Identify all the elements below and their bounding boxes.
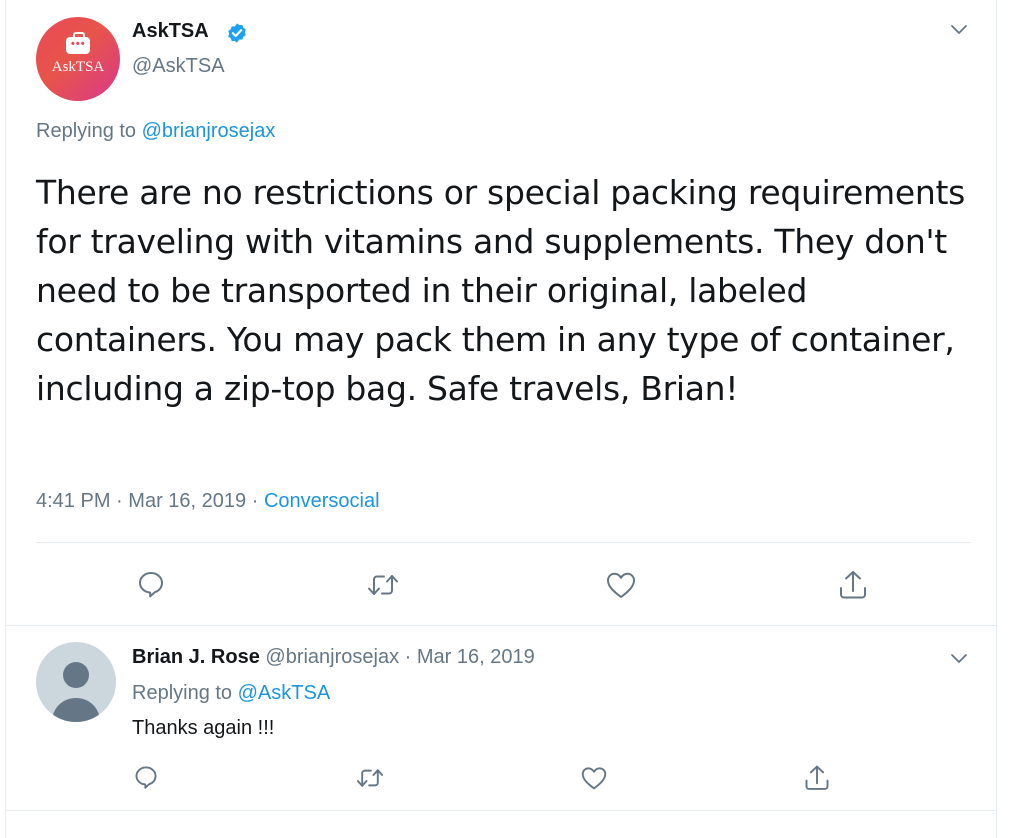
replying-prefix: Replying to: [132, 682, 233, 704]
like-button[interactable]: [580, 765, 608, 791]
meta-separator: ·: [116, 490, 123, 512]
reply-text: Thanks again !!!: [132, 717, 275, 739]
retweet-button[interactable]: [355, 765, 385, 791]
reply-handle[interactable]: @brianjrosejax: [265, 646, 399, 668]
reply-date[interactable]: Mar 16, 2019: [417, 646, 535, 668]
brian-rose-avatar[interactable]: [36, 642, 116, 722]
meta-separator: ·: [404, 646, 412, 668]
tweet-date[interactable]: Mar 16, 2019: [128, 490, 246, 512]
reply-icon: [135, 766, 157, 789]
meta-separator: ·: [251, 490, 259, 512]
retweet-icon: [356, 769, 384, 787]
share-icon: [840, 571, 866, 599]
reply-icon: [139, 572, 163, 598]
tweet-separator: [5, 810, 997, 811]
tweet-separator: [5, 625, 997, 626]
tweet-time[interactable]: 4:41 PM: [36, 490, 110, 512]
right-border: [996, 0, 997, 838]
asktsa-avatar[interactable]: ••• AskTSA: [36, 17, 120, 101]
tweet-text: There are no restrictions or special pac…: [36, 173, 966, 408]
replying-handle-link[interactable]: @brianjrosejax: [142, 120, 276, 142]
user-handle[interactable]: @AskTSA: [132, 55, 225, 78]
retweet-icon: [368, 575, 398, 595]
divider: [36, 542, 971, 543]
replying-handle-link[interactable]: @AskTSA: [238, 682, 331, 704]
replying-to: Replying to @brianjrosejax: [36, 120, 275, 143]
verified-badge-icon: [228, 23, 246, 43]
default-avatar-icon: [52, 662, 100, 722]
tweet-source-link[interactable]: Conversocial: [264, 490, 380, 512]
tweet-metadata: 4:41 PM · Mar 16, 2019 · Conversocial: [36, 490, 380, 513]
display-name[interactable]: AskTSA: [132, 20, 209, 43]
like-icon: [581, 767, 607, 790]
share-button[interactable]: [803, 763, 831, 793]
share-button[interactable]: [837, 568, 869, 602]
left-border: [5, 0, 6, 838]
chevron-down-icon[interactable]: [950, 24, 968, 36]
like-button[interactable]: [605, 570, 637, 600]
retweet-button[interactable]: [366, 570, 400, 600]
share-icon: [805, 765, 829, 790]
reply-replying-to: Replying to @AskTSA: [132, 682, 330, 705]
reply-display-name[interactable]: Brian J. Rose: [132, 646, 260, 668]
briefcase-chat-icon: •••: [66, 32, 90, 54]
reply-button[interactable]: [136, 569, 166, 599]
avatar-logo-text: AskTSA: [51, 59, 105, 75]
replying-prefix: Replying to: [36, 120, 137, 142]
reply-header: Brian J. Rose @brianjrosejax · Mar 16, 2…: [132, 646, 535, 669]
chevron-down-icon[interactable]: [950, 653, 968, 665]
reply-button[interactable]: [133, 764, 159, 790]
like-icon: [607, 572, 635, 598]
